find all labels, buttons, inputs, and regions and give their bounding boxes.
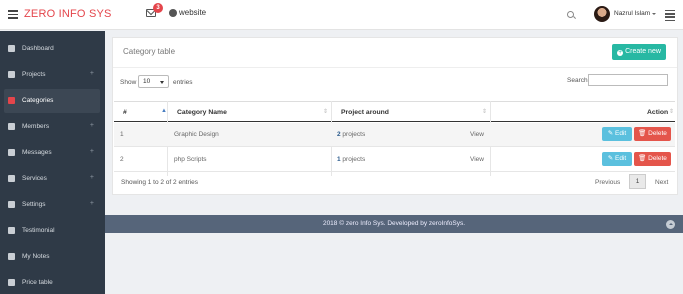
cart-icon: [8, 71, 15, 78]
view-link[interactable]: View: [470, 156, 484, 163]
tag-icon: [8, 97, 15, 104]
project-count-suffix: projects: [340, 156, 366, 163]
file-icon: [8, 253, 15, 260]
table-icon: [8, 279, 15, 286]
pagination-previous[interactable]: Previous: [595, 179, 620, 186]
create-new-label: Create new: [625, 48, 661, 55]
pagination-next[interactable]: Next: [655, 179, 668, 186]
project-count: 1 projects: [337, 156, 365, 163]
scroll-up-icon[interactable]: [666, 220, 675, 229]
search-input[interactable]: [588, 74, 668, 86]
edit-label: Edit: [615, 155, 627, 162]
sidebar-item-categories[interactable]: Categories: [4, 89, 100, 113]
sort-icon[interactable]: ⇕: [482, 108, 487, 115]
globe-icon[interactable]: [169, 9, 177, 17]
category-name: php Scripts: [174, 156, 207, 163]
show-label: Show: [120, 79, 137, 86]
cogs-icon: [8, 201, 15, 208]
sidebar-item-testimonial[interactable]: Testimonial: [0, 219, 105, 243]
table-info: Showing 1 to 2 of 2 entries: [121, 179, 198, 186]
sort-icon[interactable]: ⇕: [323, 108, 328, 115]
users-icon: [8, 123, 15, 130]
category-panel: Category table + Create new Show 10 entri…: [112, 37, 678, 195]
dashboard-icon: [8, 45, 15, 52]
sidebar-item-label: Settings: [22, 201, 46, 208]
comments-icon: [8, 227, 15, 234]
brand-logo[interactable]: ZERO INFO SYS: [24, 8, 112, 20]
delete-label: Delete: [648, 130, 667, 137]
user-name[interactable]: Nazrul Islam: [614, 10, 650, 17]
column-header-project-around[interactable]: Project around: [341, 109, 389, 116]
right-menu-icon[interactable]: [665, 10, 675, 23]
entries-label: entries: [173, 79, 193, 86]
row-number: 1: [120, 131, 124, 138]
notification-badge: 3: [153, 3, 163, 13]
plus-circle-icon: +: [617, 50, 624, 56]
top-bar: ZERO INFO SYS 3 website Nazrul Islam: [0, 0, 683, 30]
view-link[interactable]: View: [470, 131, 484, 138]
sidebar-item-dashboard[interactable]: Dashboard: [0, 37, 105, 61]
column-header-number[interactable]: #: [123, 109, 127, 116]
envelope-icon: [8, 149, 15, 156]
sidebar-item-label: My Notes: [22, 253, 50, 260]
edit-label: Edit: [615, 130, 627, 137]
sidebar-item-label: Price table: [22, 279, 53, 286]
expand-plus-icon[interactable]: +: [90, 70, 94, 77]
delete-button[interactable]: 🗑 Delete: [634, 152, 671, 166]
sort-icon[interactable]: ⇕: [669, 108, 674, 115]
column-header-category-name[interactable]: Category Name: [177, 109, 227, 116]
sidebar-item-label: Messages: [22, 149, 52, 156]
sidebar-item-label: Categories: [22, 97, 54, 104]
sidebar-item-label: Projects: [22, 71, 46, 78]
pagination-current-page[interactable]: 1: [629, 174, 646, 189]
expand-plus-icon[interactable]: +: [90, 174, 94, 181]
edit-button[interactable]: ✎ Edit: [602, 152, 632, 166]
sidebar-item-projects[interactable]: Projects +: [0, 63, 105, 87]
expand-plus-icon[interactable]: +: [90, 122, 94, 129]
table-row: 1 Graphic Design 2 projects View ✎ Edit 🗑 Del…: [114, 123, 675, 147]
page-size-select[interactable]: 10: [138, 75, 169, 88]
expand-plus-icon[interactable]: +: [90, 148, 94, 155]
category-name: Graphic Design: [174, 131, 219, 138]
column-header-action[interactable]: Action: [647, 109, 668, 116]
sidebar: Dashboard Projects + Categories Members + Mess…: [0, 31, 105, 294]
avatar[interactable]: [594, 6, 610, 22]
project-count-suffix: projects: [340, 131, 366, 138]
exchange-icon: [8, 175, 15, 182]
project-count: 2 projects: [337, 131, 365, 138]
chevron-down-icon[interactable]: [652, 13, 656, 15]
edit-button[interactable]: ✎ Edit: [602, 127, 632, 141]
sidebar-item-label: Dashboard: [22, 45, 54, 52]
table-row: 2 php Scripts 1 projects View ✎ Edit 🗑 Delete: [114, 148, 675, 172]
create-new-button[interactable]: + Create new: [612, 44, 666, 60]
sidebar-item-services[interactable]: Services +: [0, 167, 105, 191]
search-label: Search:: [567, 77, 590, 84]
sidebar-item-my-notes[interactable]: My Notes: [0, 245, 105, 269]
expand-plus-icon[interactable]: +: [90, 200, 94, 207]
sidebar-item-settings[interactable]: Settings +: [0, 193, 105, 217]
delete-button[interactable]: 🗑 Delete: [634, 127, 671, 141]
hamburger-menu-icon[interactable]: [8, 10, 18, 21]
sidebar-item-label: Members: [22, 123, 50, 130]
panel-title: Category table: [123, 47, 176, 56]
divider: [113, 67, 677, 68]
search-icon[interactable]: [567, 11, 574, 18]
sidebar-item-price-table[interactable]: Price table: [0, 271, 105, 294]
website-link[interactable]: website: [179, 8, 206, 17]
sidebar-item-members[interactable]: Members +: [0, 115, 105, 139]
delete-label: Delete: [648, 155, 667, 162]
sidebar-item-label: Testimonial: [22, 227, 55, 234]
row-number: 2: [120, 156, 124, 163]
footer: 2018 © zero Info Sys. Developed by zeroI…: [105, 215, 683, 233]
sidebar-item-messages[interactable]: Messages +: [0, 141, 105, 165]
sidebar-item-label: Services: [22, 175, 47, 182]
table-header: # ▲ Category Name ⇕ Project around ⇕ Act…: [114, 101, 675, 122]
